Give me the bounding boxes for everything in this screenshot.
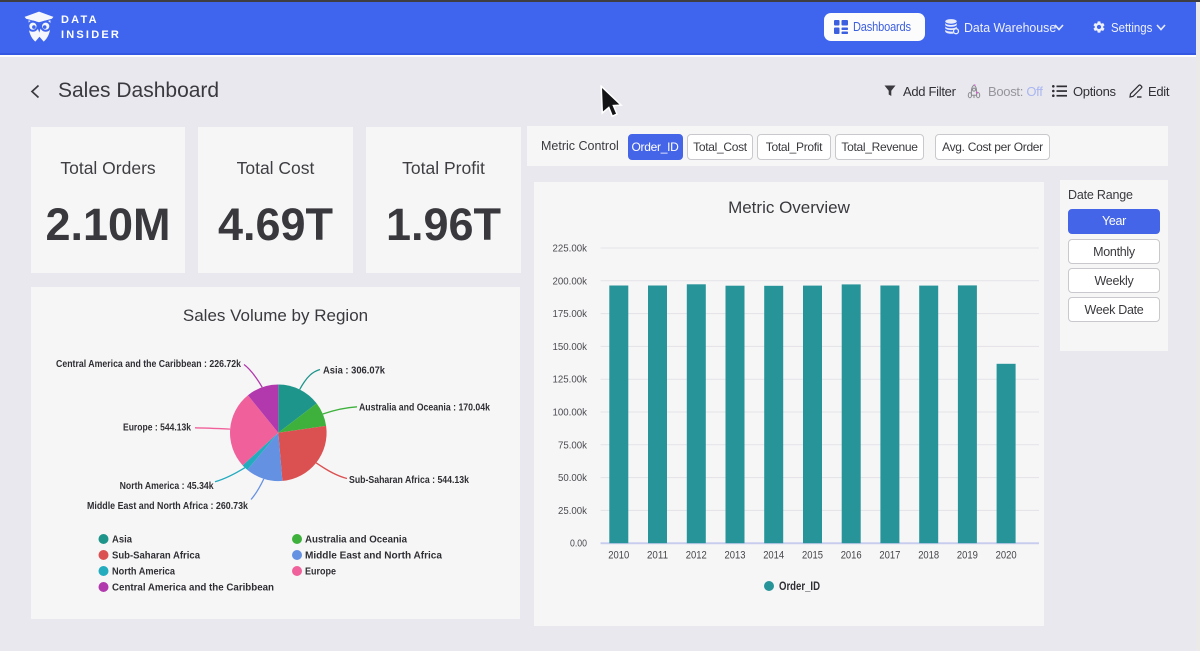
svg-text:225.00k: 225.00k	[553, 243, 588, 255]
svg-text:2010: 2010	[608, 550, 629, 562]
svg-text:Central America and the Caribb: Central America and the Caribbean	[112, 582, 274, 594]
svg-text:Australia and Oceania : 170.04: Australia and Oceania : 170.04k	[359, 402, 490, 414]
svg-text:Australia and Oceania: Australia and Oceania	[305, 534, 407, 546]
svg-text:Sub-Saharan Africa: Sub-Saharan Africa	[112, 550, 200, 562]
svg-text:2018: 2018	[918, 550, 939, 562]
svg-text:2015: 2015	[802, 550, 823, 562]
svg-text:200.00k: 200.00k	[553, 275, 588, 287]
svg-text:2019: 2019	[957, 550, 978, 562]
svg-text:2014: 2014	[763, 550, 784, 562]
svg-text:Middle East and North Africa: Middle East and North Africa	[305, 550, 442, 562]
svg-text:2012: 2012	[686, 550, 707, 562]
svg-text:North America : 45.34k: North America : 45.34k	[120, 480, 214, 492]
svg-text:Europe : 544.13k: Europe : 544.13k	[123, 422, 191, 434]
svg-text:2020: 2020	[996, 550, 1017, 562]
svg-text:25.00k: 25.00k	[558, 505, 588, 517]
svg-text:75.00k: 75.00k	[558, 439, 588, 451]
svg-text:Asia : 306.07k: Asia : 306.07k	[323, 365, 385, 377]
svg-text:Central America and the Caribb: Central America and the Caribbean : 226.…	[56, 358, 241, 370]
svg-text:125.00k: 125.00k	[553, 374, 588, 386]
svg-text:2017: 2017	[879, 550, 900, 562]
svg-text:Middle East and North Africa :: Middle East and North Africa : 260.73k	[87, 500, 248, 512]
svg-text:Order_ID: Order_ID	[779, 581, 820, 593]
svg-text:North America: North America	[112, 566, 175, 578]
svg-text:Asia: Asia	[112, 534, 132, 546]
svg-text:50.00k: 50.00k	[558, 472, 588, 484]
svg-text:150.00k: 150.00k	[553, 341, 588, 353]
svg-text:175.00k: 175.00k	[553, 308, 588, 320]
svg-text:0.00: 0.00	[570, 538, 587, 550]
svg-text:100.00k: 100.00k	[553, 407, 588, 419]
svg-text:2013: 2013	[725, 550, 746, 562]
svg-text:2016: 2016	[841, 550, 862, 562]
svg-text:2011: 2011	[647, 550, 668, 562]
svg-text:Europe: Europe	[305, 566, 336, 578]
svg-text:Sub-Saharan Africa : 544.13k: Sub-Saharan Africa : 544.13k	[349, 474, 469, 486]
